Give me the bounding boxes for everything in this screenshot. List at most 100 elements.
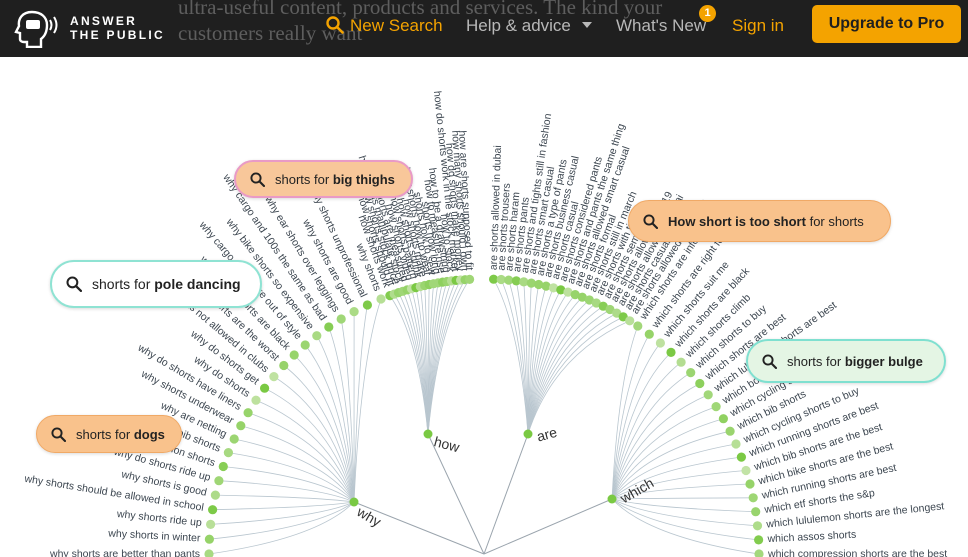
leaf-node[interactable]	[312, 331, 322, 341]
chevron-down-icon	[581, 22, 592, 28]
leaf-node[interactable]	[741, 465, 751, 476]
leaf-node[interactable]	[324, 322, 334, 332]
leaf-link	[527, 309, 611, 435]
leaf-node[interactable]	[754, 535, 764, 545]
branch-label: which	[617, 475, 657, 507]
leaf-question[interactable]: why shorts in winter	[107, 527, 201, 544]
upgrade-to-pro-button[interactable]: Upgrade to Pro	[812, 5, 961, 43]
leaf-node[interactable]	[223, 448, 233, 458]
search-icon	[762, 353, 777, 369]
branch-node[interactable]	[607, 494, 617, 504]
leaf-node[interactable]	[731, 439, 741, 449]
leaf-node[interactable]	[362, 300, 372, 310]
leaf-link	[353, 304, 368, 503]
leaf-link	[527, 305, 604, 435]
search-icon	[66, 276, 82, 292]
leaf-node[interactable]	[625, 316, 635, 326]
leaf-node[interactable]	[748, 493, 758, 503]
leaf-node[interactable]	[703, 390, 713, 400]
leaf-node[interactable]	[260, 383, 270, 393]
search-icon	[51, 426, 66, 442]
branch-node[interactable]	[523, 429, 533, 439]
branch-label: are	[535, 424, 559, 445]
leaf-link	[611, 406, 717, 500]
help-advice-menu[interactable]: Help & advice	[466, 16, 592, 36]
leaf-link	[611, 498, 759, 541]
pill-bigger-bulge[interactable]: shorts for bigger bulge	[746, 339, 946, 383]
leaf-node[interactable]	[711, 402, 721, 412]
leaf-node[interactable]	[465, 274, 475, 284]
leaf-node[interactable]	[206, 519, 216, 529]
branch-label: why	[354, 503, 384, 530]
top-navbar: ultra-useful content, products and servi…	[0, 0, 968, 57]
leaf-link	[527, 312, 617, 435]
leaf-node[interactable]	[269, 372, 279, 382]
leaf-node[interactable]	[718, 414, 729, 424]
leaf-link	[402, 291, 429, 435]
whats-new-link[interactable]: What's New	[616, 16, 706, 36]
leaf-node[interactable]	[695, 378, 705, 389]
leaf-link	[255, 399, 355, 503]
new-search-link[interactable]: New Search	[326, 16, 443, 36]
notification-badge: 1	[699, 5, 716, 22]
leaf-node[interactable]	[644, 329, 654, 339]
logo-wordmark: ANSWER THE PUBLIC	[70, 14, 165, 42]
leaf-node[interactable]	[745, 479, 755, 489]
leaf-node[interactable]	[208, 505, 218, 515]
leaf-node[interactable]	[633, 321, 643, 331]
leaf-question[interactable]: why shorts are better than pants	[49, 548, 200, 557]
leaf-node[interactable]	[204, 534, 214, 544]
search-icon	[250, 171, 265, 187]
leaf-node[interactable]	[752, 521, 763, 531]
leaf-node[interactable]	[754, 549, 764, 557]
sign-in-link[interactable]: Sign in	[732, 16, 784, 36]
leaf-node[interactable]	[349, 307, 359, 317]
leaf-link	[240, 425, 355, 503]
leaf-node[interactable]	[236, 421, 246, 431]
leaf-node[interactable]	[218, 461, 228, 472]
leaf-question[interactable]: which compression shorts are the best	[767, 548, 947, 557]
branch-stem	[483, 498, 613, 555]
branch-node[interactable]	[349, 497, 359, 507]
branch-stem	[483, 433, 529, 555]
leaf-node[interactable]	[300, 340, 310, 350]
leaf-question[interactable]: why shorts should be allowed in school	[23, 473, 205, 514]
leaf-question[interactable]: which assos shorts	[766, 529, 856, 546]
leaf-node[interactable]	[666, 347, 676, 357]
head-speaking-icon	[14, 10, 58, 48]
leaf-link	[212, 501, 355, 511]
leaf-node[interactable]	[210, 490, 220, 500]
leaf-node[interactable]	[204, 549, 214, 557]
pill-big-thighs[interactable]: shorts for big thighs	[234, 160, 413, 198]
leaf-node[interactable]	[686, 368, 696, 378]
leaf-link	[210, 501, 355, 525]
leaf-node[interactable]	[336, 314, 346, 324]
leaf-link	[427, 279, 470, 435]
leaf-node[interactable]	[279, 360, 289, 371]
pill-pole-dancing[interactable]: shorts for pole dancing	[50, 260, 262, 308]
leaf-node[interactable]	[214, 476, 224, 486]
branch-node[interactable]	[423, 429, 433, 439]
leaf-link	[218, 480, 355, 503]
pill-how-short[interactable]: How short is too short for shorts	[628, 200, 891, 242]
help-advice-label: Help & advice	[466, 16, 571, 35]
leaf-node[interactable]	[289, 350, 299, 360]
search-icon	[643, 213, 658, 229]
leaf-node[interactable]	[376, 294, 386, 304]
leaf-link	[215, 494, 355, 503]
search-icon	[326, 16, 344, 34]
leaf-link	[208, 501, 355, 555]
leaf-node[interactable]	[229, 434, 239, 444]
leaf-link	[527, 320, 630, 435]
logo[interactable]: ANSWER THE PUBLIC	[14, 8, 165, 48]
new-search-label: New Search	[350, 16, 443, 35]
leaf-node[interactable]	[655, 338, 666, 348]
leaf-link	[223, 466, 355, 503]
leaf-node[interactable]	[243, 408, 253, 418]
pill-dogs[interactable]: shorts for dogs	[36, 415, 182, 453]
leaf-node[interactable]	[736, 452, 747, 462]
leaf-node[interactable]	[251, 395, 261, 405]
leaf-node[interactable]	[676, 357, 686, 367]
leaf-node[interactable]	[725, 426, 735, 436]
leaf-node[interactable]	[751, 507, 761, 517]
